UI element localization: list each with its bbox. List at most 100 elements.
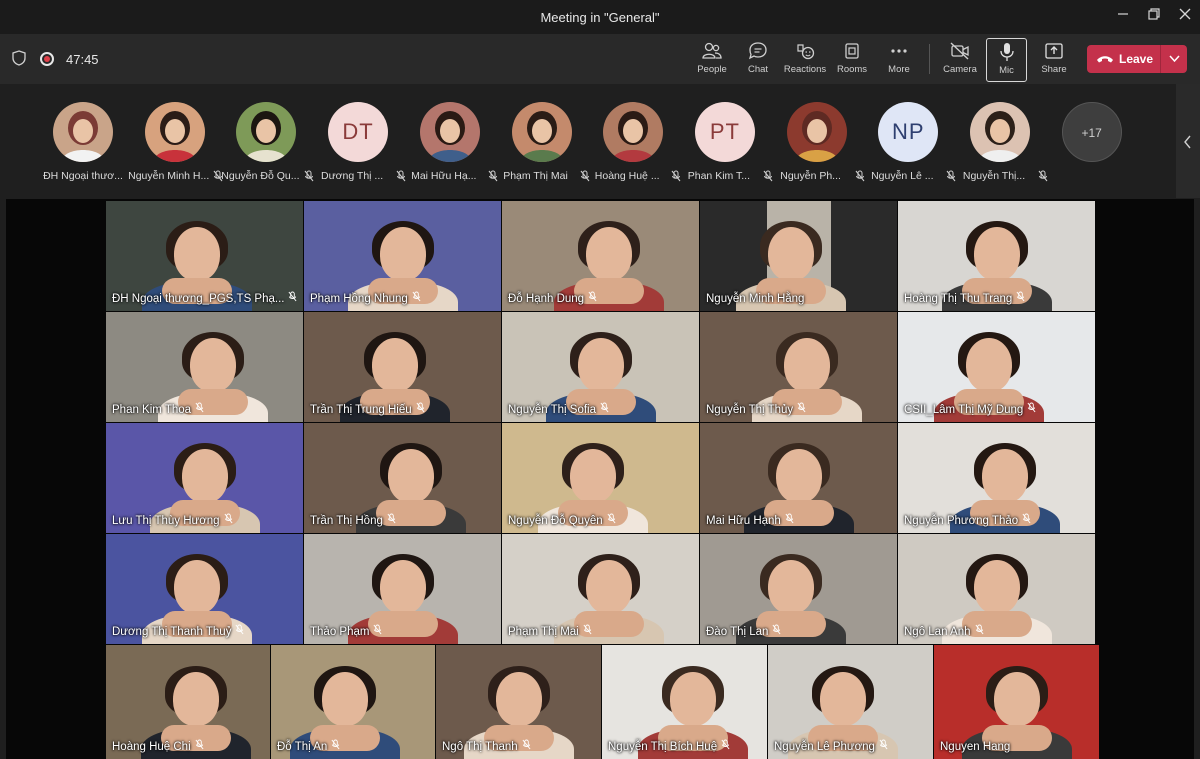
mic-muted-icon bbox=[522, 739, 531, 753]
chevron-left-icon bbox=[1184, 135, 1191, 149]
participant-face bbox=[569, 449, 616, 504]
participant-10[interactable]: Nguyễn Thị... bbox=[954, 102, 1048, 192]
video-tile[interactable]: Nguyễn Thị Bích Huệ bbox=[602, 645, 767, 759]
video-tile[interactable]: Hoàng Huệ Chi bbox=[106, 645, 270, 759]
mic-muted-icon bbox=[195, 739, 204, 753]
collapse-strip-button[interactable] bbox=[1176, 84, 1200, 198]
video-tile[interactable]: Trần Thị Hồng bbox=[304, 423, 501, 533]
leave-button[interactable]: Leave bbox=[1087, 45, 1160, 73]
participant-name: Nguyễn Minh Hằng bbox=[706, 293, 805, 305]
video-tile[interactable]: Nguyễn Minh Hằng bbox=[700, 201, 897, 311]
mic-muted-icon bbox=[1016, 291, 1025, 305]
participant-name: Trần Thị Trung Hiếu bbox=[310, 404, 412, 416]
mic-muted-icon bbox=[785, 513, 794, 527]
people-button[interactable]: People bbox=[692, 40, 732, 80]
avatar: DT bbox=[328, 102, 389, 162]
participant-name: ĐH Ngoại thươ... bbox=[43, 170, 123, 182]
leave-options-dropdown[interactable] bbox=[1160, 45, 1187, 73]
participant-name-label: Nguyễn Đỗ Quyên bbox=[508, 513, 616, 527]
participant-name-label: Nguyễn Lê Phương bbox=[774, 739, 888, 753]
video-tile[interactable]: Đỗ Hạnh Dung bbox=[502, 201, 699, 311]
chat-button[interactable]: Chat bbox=[740, 40, 776, 80]
camera-button[interactable]: Camera bbox=[940, 40, 980, 80]
video-tile[interactable]: Nguyễn Thị Sofia bbox=[502, 312, 699, 422]
avatar bbox=[603, 102, 664, 162]
video-tile[interactable]: Phan Kim Thoa bbox=[106, 312, 303, 422]
avatar bbox=[236, 102, 297, 162]
participant-name-label: Lưu Thị Thùy Hương bbox=[112, 513, 233, 527]
video-tile[interactable]: Nguyễn Lê Phương bbox=[768, 645, 933, 759]
avatar bbox=[53, 102, 113, 162]
participant-name-label: Nguyễn Thị Thủy bbox=[706, 402, 806, 416]
participant-1[interactable]: Nguyễn Minh H... bbox=[128, 102, 223, 192]
video-tile[interactable]: Nguyễn Đỗ Quyên bbox=[502, 423, 699, 533]
video-tile[interactable]: Nguyễn Thị Thủy bbox=[700, 312, 897, 422]
more-button[interactable]: More bbox=[882, 40, 916, 80]
participant-name-label: Hoàng Thị Thu Trang bbox=[904, 291, 1025, 305]
video-tile[interactable]: Dương Thị Thanh Thuỷ bbox=[106, 534, 303, 644]
participant-name: Hoàng Huệ ... bbox=[594, 170, 660, 182]
video-tile[interactable]: CSII_Lâm Thị Mỹ Dung bbox=[898, 312, 1095, 422]
participant-name: Nguyễn Minh H... bbox=[128, 170, 210, 182]
participant-2[interactable]: Nguyễn Đỗ Qu... bbox=[220, 102, 314, 192]
video-tile[interactable]: Thảo Phạm bbox=[304, 534, 501, 644]
video-tile[interactable]: Đỗ Thị An bbox=[271, 645, 435, 759]
participant-name: Nguyễn Đỗ Quyên bbox=[508, 515, 603, 527]
participant-8[interactable]: Nguyễn Ph... bbox=[771, 102, 865, 192]
mic-muted-icon bbox=[373, 624, 382, 638]
more-participants[interactable]: +17 bbox=[1046, 102, 1138, 192]
minimize-icon[interactable] bbox=[1112, 6, 1134, 28]
participant-face bbox=[585, 560, 632, 615]
share-button[interactable]: Share bbox=[1036, 40, 1072, 80]
toolbar-divider bbox=[929, 44, 930, 74]
participant-name-label: Mai Hữu Hạnh bbox=[706, 513, 794, 527]
participant-name: Đào Thị Lan bbox=[706, 626, 769, 638]
video-tile[interactable]: Ngô Lan Anh bbox=[898, 534, 1095, 644]
participant-face bbox=[495, 672, 542, 727]
leave-label: Leave bbox=[1119, 52, 1154, 66]
participant-face bbox=[189, 338, 236, 393]
participant-name: Nguyễn Thị Bích Huệ bbox=[608, 741, 718, 753]
mic-muted-icon bbox=[772, 624, 781, 638]
mic-muted-icon bbox=[797, 402, 806, 416]
chat-icon bbox=[748, 42, 767, 60]
avatar bbox=[970, 102, 1030, 162]
participant-5[interactable]: Phạm Thị Mai bbox=[496, 102, 589, 192]
participant-0[interactable]: ĐH Ngoại thươ... bbox=[37, 102, 129, 192]
close-icon[interactable] bbox=[1174, 6, 1196, 28]
participant-face bbox=[173, 560, 220, 615]
video-tile[interactable]: Ngô Thị Thanh bbox=[436, 645, 601, 759]
video-tile[interactable]: Trần Thị Trung Hiếu bbox=[304, 312, 501, 422]
mic-label: Mic bbox=[999, 65, 1014, 76]
video-tile[interactable]: Nguyễn Phương Thảo bbox=[898, 423, 1095, 533]
video-tile[interactable]: Nguyen Hang bbox=[934, 645, 1099, 759]
video-gallery: ĐH Ngoại thương_PGS,TS Phạ... Phạm Hồng N… bbox=[6, 199, 1194, 759]
mic-muted-icon bbox=[721, 739, 730, 753]
video-tile[interactable]: ĐH Ngoại thương_PGS,TS Phạ... bbox=[106, 201, 303, 311]
video-tile[interactable]: Phạm Hồng Nhung bbox=[304, 201, 501, 311]
participant-4[interactable]: Mai Hữu Hạ... bbox=[404, 102, 498, 192]
mic-muted-icon bbox=[387, 513, 396, 527]
participant-name: Nguyen Hang bbox=[940, 741, 1011, 753]
participant-face bbox=[819, 672, 866, 727]
avatar: NP bbox=[878, 102, 939, 162]
participant-face bbox=[669, 672, 716, 727]
participant-name-label: Đỗ Thị An bbox=[277, 739, 340, 753]
participant-6[interactable]: Hoàng Huệ ... bbox=[587, 102, 681, 192]
video-tile[interactable]: Hoàng Thị Thu Trang bbox=[898, 201, 1095, 311]
restore-icon[interactable] bbox=[1143, 6, 1165, 28]
participant-face bbox=[993, 672, 1040, 727]
video-tile[interactable]: Đào Thị Lan bbox=[700, 534, 897, 644]
participant-9[interactable]: NP Nguyễn Lê ... bbox=[862, 102, 956, 192]
reactions-button[interactable]: Reactions bbox=[783, 40, 827, 80]
rooms-button[interactable]: Rooms bbox=[834, 40, 870, 80]
participant-name: Mai Hữu Hạ... bbox=[411, 170, 477, 182]
participant-7[interactable]: PT Phan Kim T... bbox=[679, 102, 773, 192]
video-tile[interactable]: Phạm Thị Mai bbox=[502, 534, 699, 644]
video-tile[interactable]: Mai Hữu Hạnh bbox=[700, 423, 897, 533]
shield-icon bbox=[12, 50, 26, 66]
participant-strip: ĐH Ngoại thươ... Nguyễn Minh H... Nguyễn Đ… bbox=[0, 84, 1200, 198]
participant-3[interactable]: DT Dương Thị ... bbox=[312, 102, 406, 192]
video-tile[interactable]: Lưu Thị Thùy Hương bbox=[106, 423, 303, 533]
mic-button[interactable]: Mic bbox=[986, 38, 1027, 82]
